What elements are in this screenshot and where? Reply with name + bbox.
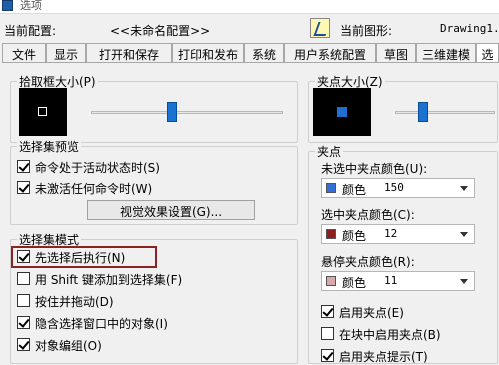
tab-open-save[interactable]: 打开和保存 xyxy=(86,43,172,63)
selected-color-value: 12 xyxy=(384,227,398,240)
grip-size-slider-track[interactable] xyxy=(395,111,495,114)
selection-preview-title: 选择集预览 xyxy=(17,138,82,155)
selection-panel: 拾取框大小(P) 选择集预览 命令处于活动状态时(S) 未激活任何命令时(W) … xyxy=(2,62,499,364)
checkbox-label: 在块中启用夹点(B) xyxy=(339,328,441,342)
current-profile-value: <<未命名配置>> xyxy=(110,24,211,38)
checkbox-box[interactable] xyxy=(17,272,30,285)
tab-display[interactable]: 显示 xyxy=(46,43,86,63)
selected-color-name: 颜色 xyxy=(342,229,367,243)
app-icon xyxy=(2,0,13,11)
drawing-file-icon xyxy=(310,18,330,38)
checkbox-label: 未激活任何命令时(W) xyxy=(35,182,153,196)
tab-3d-modeling[interactable]: 三维建模 xyxy=(416,43,476,63)
tab-files[interactable]: 文件 xyxy=(2,43,46,63)
checkbox-box[interactable] xyxy=(17,316,30,329)
pickbox-slider-track[interactable] xyxy=(91,111,283,114)
tab-strip: 文件 显示 打开和保存 打印和发布 系统 用户系统配置 草图 三维建模 选择 xyxy=(0,43,499,64)
checkbox-box[interactable] xyxy=(321,349,334,362)
checkbox-label: 用 Shift 键添加到选择集(F) xyxy=(35,273,183,287)
visual-effect-settings-button[interactable]: 视觉效果设置(G)... xyxy=(87,200,255,220)
hover-color-swatch xyxy=(326,276,336,286)
unselected-color-swatch xyxy=(326,183,336,193)
checkbox-label: 命令处于活动状态时(S) xyxy=(35,161,160,175)
checkbox-box[interactable] xyxy=(17,338,30,351)
checkbox-label: 隐含选择窗口中的对象(I) xyxy=(35,317,168,331)
grip-size-group: 夹点大小(Z) xyxy=(308,73,498,143)
checkbox-box[interactable] xyxy=(17,294,30,307)
checkbox-label: 对象编组(O) xyxy=(35,339,102,353)
tab-system[interactable]: 系统 xyxy=(244,43,284,63)
current-drawing-value: Drawing1... xyxy=(440,22,499,35)
chevron-down-icon xyxy=(460,186,468,191)
checkbox-label: 按住并拖动(D) xyxy=(35,295,114,309)
checkbox-label: 启用夹点(E) xyxy=(339,306,404,320)
hover-color-value: 11 xyxy=(384,274,398,287)
grips-group: 夹点 未选中夹点颜色(U): 颜色 150 选中夹点颜色(C): 颜色 12 悬… xyxy=(308,143,498,364)
grips-title: 夹点 xyxy=(315,143,344,160)
chevron-down-icon xyxy=(460,279,468,284)
current-drawing-label: 当前图形: xyxy=(340,24,393,38)
unselected-color-value: 150 xyxy=(384,181,404,194)
selected-grip-color-select[interactable]: 颜色 12 xyxy=(321,224,475,244)
pickbox-group: 拾取框大小(P) xyxy=(10,73,298,143)
checkbox-box[interactable] xyxy=(17,181,30,194)
selection-preview-group: 选择集预览 命令处于活动状态时(S) 未激活任何命令时(W) 视觉效果设置(G)… xyxy=(10,138,298,225)
hover-grip-color-label: 悬停夹点颜色(R): xyxy=(321,255,415,269)
unselected-grip-color-label: 未选中夹点颜色(U): xyxy=(321,162,428,176)
title-bar: 选项 xyxy=(0,0,499,14)
grip-square-icon xyxy=(337,107,347,117)
tab-selection[interactable]: 选择 xyxy=(476,43,499,64)
hover-grip-color-select[interactable]: 颜色 11 xyxy=(321,271,475,291)
tab-drafting[interactable]: 草图 xyxy=(376,43,416,63)
profile-row: 当前配置: <<未命名配置>> 当前图形: Drawing1... xyxy=(0,14,499,42)
selection-modes-group: 选择集模式 先选择后执行(N) 用 Shift 键添加到选择集(F) 按住并拖动… xyxy=(10,231,298,364)
pickbox-slider-thumb[interactable] xyxy=(167,102,178,122)
tab-plot-publish[interactable]: 打印和发布 xyxy=(172,43,244,63)
selected-color-swatch xyxy=(326,229,336,239)
window-title: 选项 xyxy=(20,0,42,12)
chevron-down-icon xyxy=(460,232,468,237)
unselected-color-name: 颜色 xyxy=(342,183,367,197)
checkbox-box[interactable] xyxy=(17,160,30,173)
selected-grip-color-label: 选中夹点颜色(C): xyxy=(321,208,415,222)
tab-user-preferences[interactable]: 用户系统配置 xyxy=(284,43,376,63)
checkbox-label: 先选择后执行(N) xyxy=(35,251,126,265)
current-profile-label: 当前配置: xyxy=(4,24,57,38)
checkbox-box[interactable] xyxy=(321,327,334,340)
pickbox-preview xyxy=(19,88,67,136)
unselected-grip-color-select[interactable]: 颜色 150 xyxy=(321,178,475,198)
grip-size-preview xyxy=(313,88,371,136)
hover-color-name: 颜色 xyxy=(342,276,367,290)
checkbox-box[interactable] xyxy=(17,250,30,263)
pickbox-square-icon xyxy=(38,107,47,116)
grip-size-slider-thumb[interactable] xyxy=(417,102,428,122)
checkbox-box[interactable] xyxy=(321,305,334,318)
